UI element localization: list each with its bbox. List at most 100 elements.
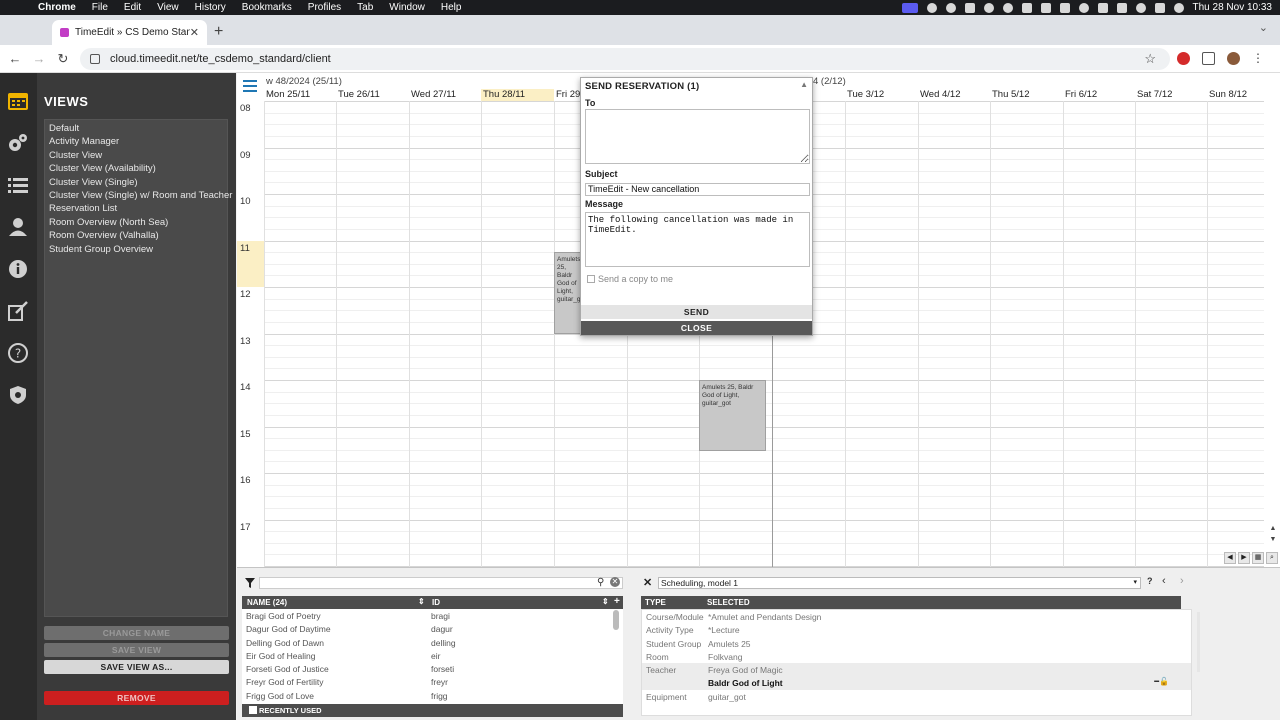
next-week-icon[interactable]: ▶ — [1238, 552, 1250, 564]
calendar-icon[interactable] — [6, 90, 30, 112]
send-copy-checkbox[interactable] — [587, 275, 595, 283]
selection-table-scrollbar[interactable] — [1197, 612, 1200, 672]
chevron-left-icon[interactable]: ‹ — [1162, 575, 1166, 587]
search-icon[interactable]: ⚲ — [597, 577, 604, 588]
back-icon[interactable]: ← — [3, 51, 27, 66]
send-copy-option[interactable]: Send a copy to me — [587, 274, 673, 284]
recently-used-toggle[interactable]: RECENTLY USED — [242, 704, 623, 717]
bluetooth-icon[interactable] — [1040, 2, 1051, 13]
reload-icon[interactable]: ↻ — [51, 51, 75, 67]
view-item-cluster-availability[interactable]: Cluster View (Availability) — [45, 162, 227, 175]
extension-icon[interactable] — [1177, 51, 1190, 65]
gear-status-icon[interactable] — [926, 2, 937, 13]
to-field[interactable] — [585, 109, 810, 164]
control-center-icon[interactable] — [1154, 2, 1165, 13]
clock[interactable]: Thu 28 Nov 10:33 — [1193, 2, 1273, 13]
day-header[interactable]: Thu 5/12 — [990, 89, 1063, 101]
menu-history[interactable]: History — [187, 2, 234, 13]
admin-shield-icon[interactable] — [6, 384, 30, 406]
send-button[interactable]: SEND — [581, 305, 812, 319]
external-edit-icon[interactable] — [6, 300, 30, 322]
battery-icon[interactable] — [1097, 2, 1108, 13]
list-item[interactable]: Forseti God of Justice forseti — [242, 662, 623, 675]
cloud-icon[interactable] — [964, 2, 975, 13]
new-tab-icon[interactable]: + — [214, 23, 223, 41]
address-bar[interactable]: cloud.timeedit.net/te_csdemo_standard/cl… — [80, 48, 1170, 70]
siri-icon[interactable] — [1173, 2, 1184, 13]
bookmark-star-icon[interactable]: ☆ — [1144, 51, 1156, 67]
view-item-activity-manager[interactable]: Activity Manager — [45, 135, 227, 148]
day-header[interactable]: Mon 25/11 — [264, 89, 337, 101]
filter-icon[interactable] — [245, 578, 255, 588]
list-item[interactable]: Delling God of Dawn delling — [242, 636, 623, 649]
menu-edit[interactable]: Edit — [116, 2, 149, 13]
save-view-as-button[interactable]: SAVE VIEW AS... — [44, 660, 229, 674]
menu-profiles[interactable]: Profiles — [300, 2, 349, 13]
menu-help[interactable]: Help — [433, 2, 470, 13]
day-header[interactable]: Thu 28/11 — [481, 89, 554, 101]
kebab-menu-icon[interactable]: ⋮ — [1252, 51, 1264, 65]
gears-icon[interactable] — [6, 132, 30, 154]
list-item[interactable]: Freyr God of Fertility freyr — [242, 675, 623, 688]
info-icon[interactable] — [6, 258, 30, 280]
list-item[interactable]: Bragi God of Poetry bragi — [242, 609, 623, 622]
subject-field[interactable]: TimeEdit - New cancellation — [585, 183, 810, 196]
prev-week-icon[interactable]: ◀ — [1224, 552, 1236, 564]
view-item-cluster-view[interactable]: Cluster View — [45, 149, 227, 162]
volume-icon[interactable] — [1059, 2, 1070, 13]
sync-icon[interactable] — [983, 2, 994, 13]
list-item[interactable]: Frigg God of Love frigg — [242, 689, 623, 702]
sort-icon[interactable]: ⇕ — [418, 597, 425, 606]
forward-icon[interactable]: → — [27, 51, 51, 66]
day-header[interactable]: Sat 7/12 — [1135, 89, 1208, 101]
view-item-reservation-list[interactable]: Reservation List — [45, 202, 227, 215]
name-column-header[interactable]: NAME (24) — [247, 598, 287, 607]
menu-bookmarks[interactable]: Bookmarks — [234, 2, 300, 13]
help-icon[interactable]: ? — [1147, 576, 1153, 586]
puzzle-icon[interactable] — [1202, 51, 1215, 65]
day-header[interactable]: Wed 27/11 — [409, 89, 482, 101]
day-header[interactable]: Wed 4/12 — [918, 89, 991, 101]
list-item[interactable]: Eir God of Healing eir — [242, 649, 623, 662]
view-item-cluster-single-room-teacher[interactable]: Cluster View (Single) w/ Room and Teache… — [45, 189, 232, 202]
table-row[interactable]: Student Group Amulets 25 — [642, 637, 1191, 650]
calendar-picker-icon[interactable]: ▦ — [1252, 552, 1264, 564]
day-header[interactable]: Tue 26/11 — [336, 89, 409, 101]
list-icon[interactable] — [6, 174, 30, 196]
save-view-button[interactable]: SAVE VIEW — [44, 643, 229, 657]
table-row[interactable]: Equipment guitar_got — [642, 690, 1191, 703]
object-search-input[interactable] — [259, 577, 623, 589]
close-icon[interactable]: ✕ — [643, 576, 652, 589]
pen-icon[interactable] — [1021, 2, 1032, 13]
id-column-header[interactable]: ID — [432, 598, 440, 607]
message-field[interactable]: The following cancellation was made in T… — [585, 212, 810, 267]
table-row[interactable]: Teacher Freya God of Magic — [642, 663, 1191, 677]
table-row[interactable]: Course/Module *Amulet and Pendants Design — [642, 610, 1191, 623]
chevron-right-icon[interactable]: › — [1180, 575, 1184, 587]
table-row[interactable]: Activity Type *Lecture — [642, 623, 1191, 636]
user-icon[interactable] — [6, 216, 30, 238]
close-button[interactable]: CLOSE — [581, 321, 812, 335]
menu-tab[interactable]: Tab — [349, 2, 381, 13]
vpn-icon[interactable] — [945, 2, 956, 13]
calendar-scroll-arrows[interactable]: ▲ ▼ — [1268, 523, 1278, 547]
browser-tab[interactable]: TimeEdit » CS Demo Standar ✕ — [52, 20, 207, 45]
site-info-icon[interactable] — [90, 54, 100, 64]
zoom-icon[interactable]: ⌕ — [1266, 552, 1278, 564]
table-row[interactable]: Baldr God of Light ━🔓 — [642, 676, 1191, 690]
clear-search-icon[interactable]: ✕ — [610, 577, 620, 587]
tab-close-icon[interactable]: ✕ — [190, 26, 199, 39]
view-item-student-group-overview[interactable]: Student Group Overview — [45, 243, 227, 256]
view-item-default[interactable]: Default — [45, 122, 227, 135]
recently-used-checkbox[interactable] — [249, 706, 257, 714]
day-header[interactable]: Sun 8/12 — [1207, 89, 1280, 101]
remove-button[interactable]: REMOVE — [44, 691, 229, 705]
day-header[interactable]: Tue 3/12 — [845, 89, 918, 101]
list-item[interactable]: Dagur God of Daytime dagur — [242, 622, 623, 635]
menu-view[interactable]: View — [149, 2, 187, 13]
add-column-icon[interactable]: + — [614, 596, 620, 607]
sort-icon[interactable]: ⇕ — [602, 597, 609, 606]
play-icon[interactable] — [1078, 2, 1089, 13]
menu-file[interactable]: File — [84, 2, 116, 13]
day-header[interactable]: Fri 6/12 — [1063, 89, 1136, 101]
